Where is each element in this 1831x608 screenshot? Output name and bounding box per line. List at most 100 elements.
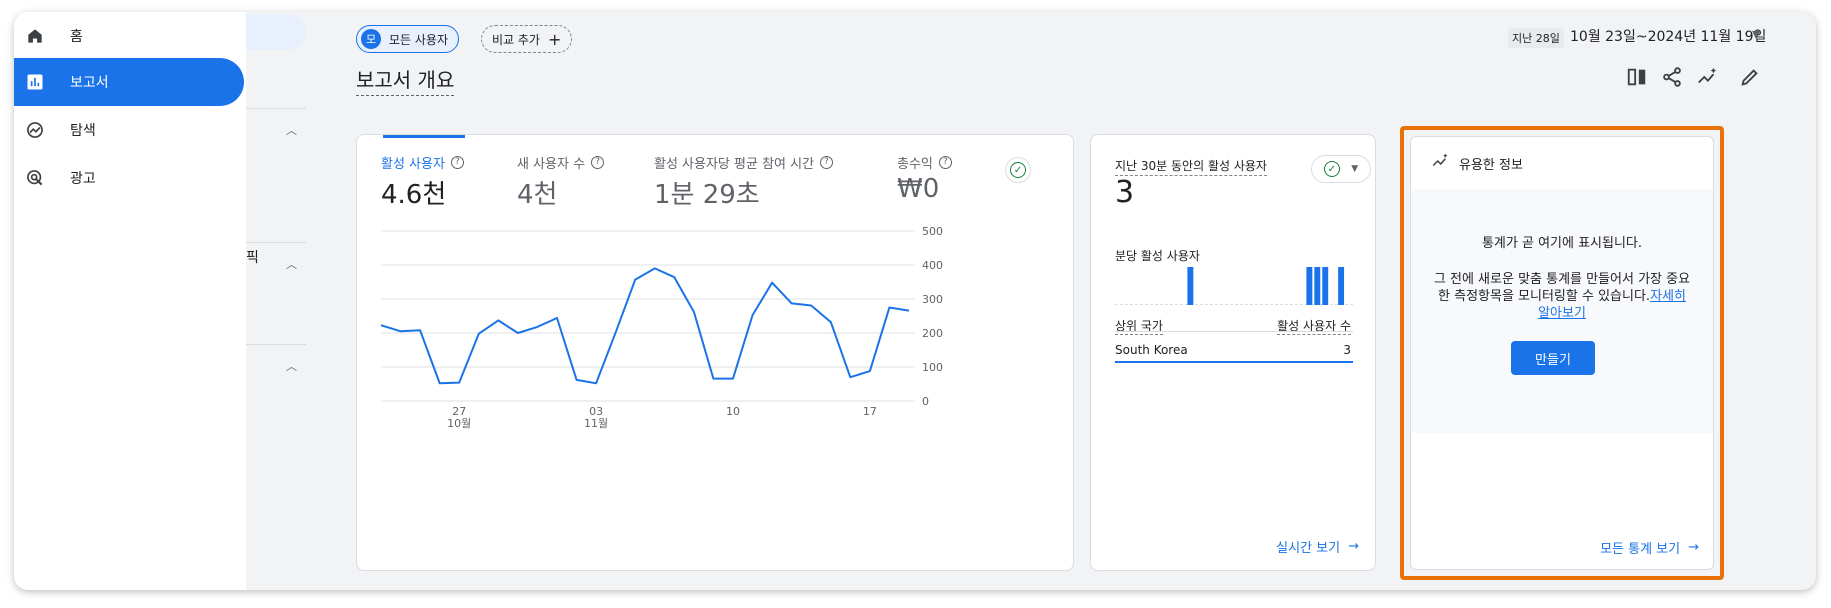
nav-item-label: 홈 (70, 29, 83, 45)
view-realtime-label: 실시간 보기 (1276, 541, 1341, 556)
chevron-up-icon[interactable]: ︿ (286, 358, 297, 374)
insights-sparkle-icon (1431, 152, 1449, 174)
plus-icon: + (547, 29, 562, 49)
help-icon[interactable]: ? (591, 156, 605, 169)
insights-title: 유용한 정보 (1459, 157, 1523, 173)
metric-value: 4천 (517, 180, 558, 210)
divider (246, 344, 306, 345)
country-share-bar (1115, 361, 1353, 363)
advertising-icon (24, 167, 46, 189)
view-realtime-link[interactable]: 실시간 보기 → (1276, 537, 1359, 556)
metric-tab-new-users[interactable]: 새 사용자 수? 4천 (517, 153, 605, 211)
country-cell: South Korea (1115, 343, 1188, 357)
navigation-drawer: 홈 보고서 탐색 광고 (14, 12, 246, 590)
insights-description: 그 전에 새로운 맞춤 통계를 만들어서 가장 중요한 측정항목을 모니터링할 … (1433, 271, 1691, 322)
segment-chip-all-users[interactable]: 모 모든 사용자 (356, 25, 460, 53)
arrow-right-icon: → (1348, 539, 1359, 554)
secondary-panel-text[interactable]: 픽 (246, 247, 259, 267)
divider (246, 242, 306, 243)
metric-label: 총수익 (897, 157, 933, 172)
secondary-panel-highlight[interactable] (246, 14, 306, 50)
realtime-card: 지난 30분 동안의 활성 사용자 3 ✓ ▼ 분당 활성 사용자 상위 국가 … (1090, 134, 1376, 571)
insights-message: 통계가 곧 여기에 표시됩니다. (1481, 236, 1643, 251)
metric-label: 활성 사용자 (381, 157, 445, 172)
minute-bar (1314, 267, 1321, 305)
y-tick-label: 400 (922, 259, 943, 272)
divider (246, 108, 306, 109)
share-icon[interactable] (1659, 64, 1685, 90)
insights-header: 유용한 정보 (1411, 137, 1713, 189)
insights-card-highlight: 유용한 정보 통계가 곧 여기에 표시됩니다. 그 전에 새로운 맞춤 통계를 … (1400, 126, 1724, 580)
help-icon[interactable]: ? (938, 156, 952, 169)
compare-view-icon[interactable] (1624, 64, 1650, 90)
caret-down-icon: ▼ (1351, 164, 1359, 174)
help-icon[interactable]: ? (820, 156, 834, 169)
x-tick-month-label: 11월 (584, 417, 608, 430)
per-minute-label: 분당 활성 사용자 (1115, 249, 1200, 263)
date-preset-tag: 지난 28일 (1508, 28, 1564, 48)
explore-icon (24, 119, 46, 141)
realtime-status-dropdown[interactable]: ✓ ▼ (1311, 155, 1371, 183)
metric-value: 4.6천 (381, 180, 447, 210)
metric-label: 새 사용자 수 (517, 157, 586, 172)
x-tick-label: 10 (726, 405, 740, 418)
check-circle-icon: ✓ (1323, 161, 1340, 177)
metric-value: ₩0 (897, 174, 940, 204)
insights-empty-state: 통계가 곧 여기에 표시됩니다. 그 전에 새로운 맞춤 통계를 만들어서 가장… (1411, 189, 1713, 433)
help-icon[interactable]: ? (450, 156, 464, 169)
nav-item-explore[interactable]: 탐색 (14, 106, 244, 154)
add-comparison-button[interactable]: 비교 추가 + (481, 25, 573, 53)
metric-label: 활성 사용자당 평균 참여 시간 (654, 157, 815, 172)
data-quality-badge[interactable]: ✓ (1005, 157, 1031, 183)
nav-item-home[interactable]: 홈 (14, 12, 244, 60)
series-line (380, 267, 910, 385)
realtime-title: 지난 30분 동안의 활성 사용자 (1115, 157, 1267, 176)
create-insight-button[interactable]: 만들기 (1511, 341, 1595, 375)
segment-chip-label: 모든 사용자 (389, 32, 449, 47)
add-comparison-label: 비교 추가 (492, 32, 540, 47)
selected-metric-indicator (383, 135, 465, 138)
nav-item-advertising[interactable]: 광고 (14, 154, 244, 202)
per-minute-bar-chart (1115, 267, 1353, 305)
y-tick-label: 100 (922, 361, 943, 374)
minute-bar (1338, 267, 1345, 305)
check-circle-icon: ✓ (1010, 162, 1026, 178)
x-tick-label: 17 (863, 405, 877, 418)
view-all-insights-link[interactable]: 모든 통계 보기 → (1600, 538, 1699, 557)
bar-chart-icon (24, 71, 46, 93)
segment-avatar: 모 (361, 29, 381, 49)
date-range-picker[interactable]: 10월 23일~2024년 11월 19일 (1570, 26, 1766, 46)
nav-item-label: 광고 (70, 171, 96, 187)
insights-card: 유용한 정보 통계가 곧 여기에 표시됩니다. 그 전에 새로운 맞춤 통계를 … (1410, 136, 1714, 570)
view-all-insights-label: 모든 통계 보기 (1600, 542, 1681, 557)
column-header-active-users: 활성 사용자 수 (1277, 319, 1351, 335)
nav-item-reports[interactable]: 보고서 (14, 58, 244, 106)
y-tick-label: 300 (922, 293, 943, 306)
home-icon (24, 25, 46, 47)
active-users-line-chart: 50040030020010002710월0311월10 17 (380, 225, 943, 430)
metric-tab-active-users[interactable]: 활성 사용자? 4.6천 (381, 153, 464, 211)
y-tick-label: 0 (922, 395, 929, 408)
chevron-up-icon[interactable]: ︿ (286, 122, 297, 138)
metric-tab-avg-engagement[interactable]: 활성 사용자당 평균 참여 시간? 1분 29초 (654, 153, 834, 211)
nav-item-label: 보고서 (70, 75, 109, 91)
arrow-right-icon: → (1688, 540, 1699, 555)
secondary-panel: ︿ ︿ ︿ (246, 12, 308, 590)
users-cell: 3 (1343, 343, 1351, 357)
y-tick-label: 500 (922, 225, 943, 238)
x-tick-month-label: 10월 (447, 417, 471, 430)
insights-sparkle-icon[interactable] (1694, 64, 1720, 90)
minute-bar (1306, 267, 1313, 305)
overview-metrics-card: 활성 사용자? 4.6천 새 사용자 수? 4천 활성 사용자당 평균 참여 시… (356, 134, 1074, 571)
page-title: 보고서 개요 (356, 64, 455, 96)
metric-tab-total-revenue[interactable]: 총수익? ₩0 (897, 153, 952, 204)
caret-down-icon[interactable]: ▼ (1752, 28, 1760, 41)
minute-bar (1322, 267, 1329, 305)
nav-item-label: 탐색 (70, 123, 96, 139)
app-window: ︿ ︿ ︿ 픽 홈 보고서 탐색 광고 모 모든 사용자 비교 추가 + 지난 … (14, 12, 1816, 590)
metric-value: 1분 29초 (654, 180, 760, 210)
chevron-up-icon[interactable]: ︿ (286, 256, 297, 272)
column-header-country: 상위 국가 (1115, 319, 1163, 335)
edit-pencil-icon[interactable] (1737, 64, 1763, 90)
divider (1115, 331, 1353, 332)
